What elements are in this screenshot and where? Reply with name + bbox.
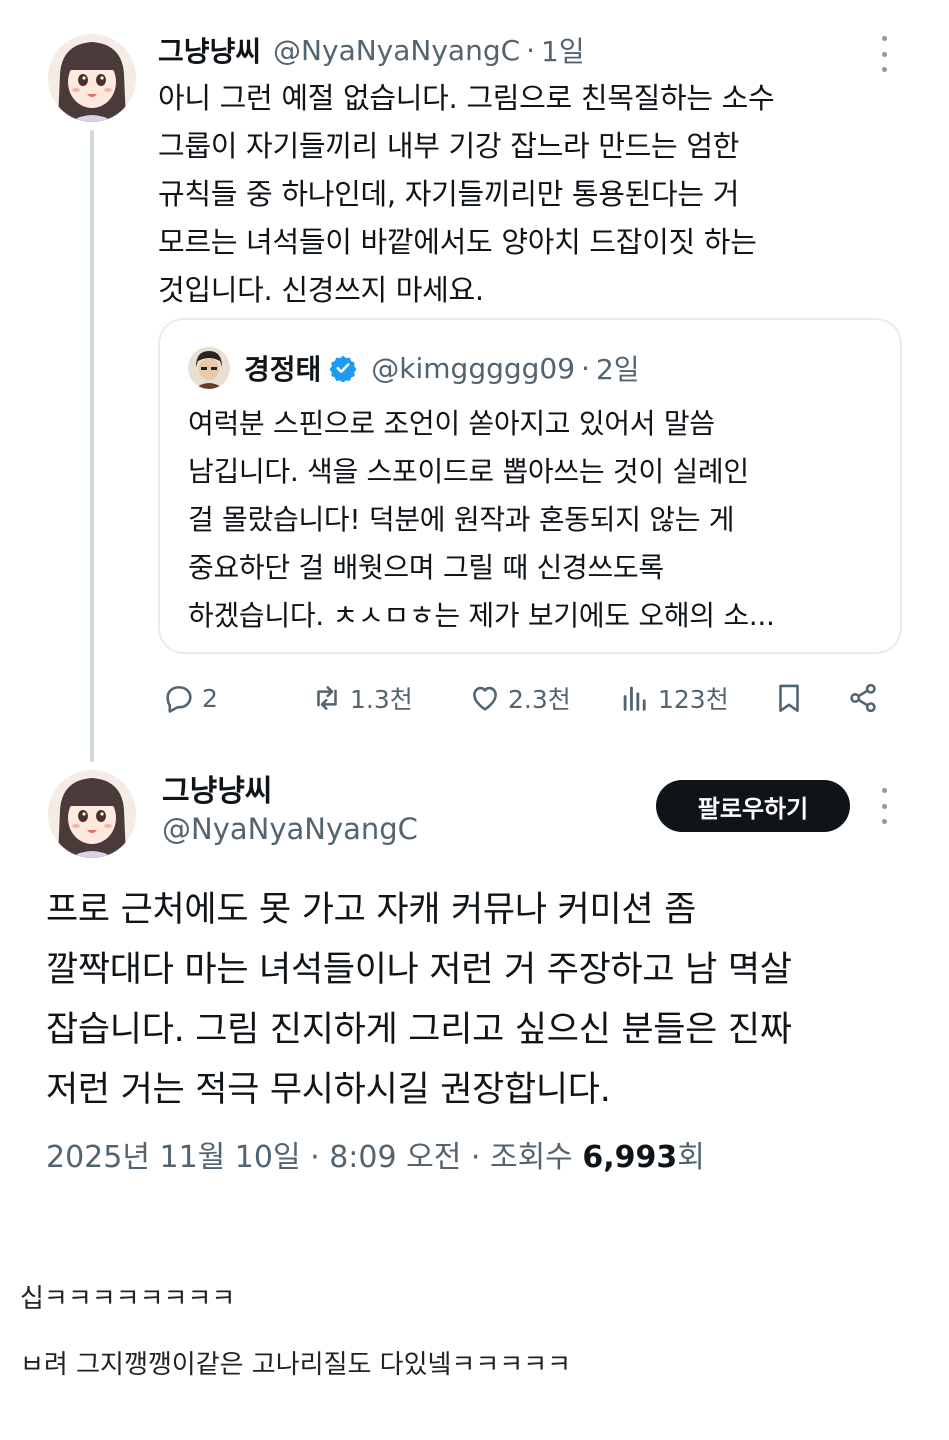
tweet-time[interactable]: 8:09 오전 — [329, 1140, 461, 1175]
quoted-author-name: 경정태 — [244, 353, 322, 386]
tweet-text-line: 깔짝대다 마는 녀석들이나 저런 거 주장하고 남 멱살 — [46, 950, 792, 990]
tweet-text-line: 잡습니다. 그림 진지하게 그리고 싶으신 분들은 진짜 — [46, 1010, 792, 1050]
separator-dot: · — [470, 1140, 481, 1175]
thread-connector-line — [90, 130, 94, 762]
tweet-text: 아니 그런 예절 없습니다. 그림으로 친목질하는 소수 그룹이 자기들끼리 내… — [158, 74, 878, 314]
retweet-button[interactable]: 1.3천 — [310, 674, 413, 722]
tweet-action-bar: 2 1.3천 2.3천 123천 — [158, 674, 888, 722]
avatar[interactable] — [48, 770, 136, 858]
retweet-count: 1.3천 — [350, 685, 413, 714]
tweet-date[interactable]: 2025년 11월 10일 — [46, 1140, 301, 1175]
more-options-icon[interactable] — [876, 788, 892, 824]
reply-button[interactable]: 2 — [162, 674, 218, 722]
comment-text: ㅂ려 그지깽깽이같은 고나리질도 다있넼ㅋㅋㅋㅋㅋ — [20, 1350, 572, 1380]
tweet-timestamp[interactable]: 1일 — [541, 30, 585, 70]
like-button[interactable]: 2.3천 — [468, 674, 571, 722]
views-button[interactable]: 123천 — [618, 674, 729, 722]
anime-girl-avatar-icon — [48, 770, 136, 858]
tweet-text-line: 프로 근처에도 못 가고 자캐 커뮤나 커미션 좀 — [46, 890, 696, 930]
anime-girl-avatar-icon — [48, 34, 136, 122]
verified-badge-icon — [329, 355, 357, 382]
quoted-tweet-timestamp: 2일 — [595, 353, 640, 386]
quoted-text-line: 하겠습니다. ㅊㅅㅁㅎ는 제가 보기에도 오해의 소... — [188, 599, 775, 632]
author-name[interactable]: 그냥냥씨 — [158, 30, 261, 70]
avatar — [188, 347, 230, 389]
tweet-text-line: 모르는 녀석들이 바깥에서도 양아치 드잡이짓 하는 — [158, 225, 757, 259]
follow-button[interactable]: 팔로우하기 — [656, 780, 850, 832]
tweet-text-line: 것입니다. 신경쓰지 마세요. — [158, 273, 484, 307]
reply-icon — [166, 686, 192, 713]
bookmark-button[interactable] — [772, 674, 812, 722]
quoted-tweet-text: 여럭분 스핀으로 조언이 쏟아지고 있어서 말씀 남깁니다. 색을 스포이드로 … — [188, 400, 888, 640]
quoted-text-line: 중요하단 걸 배웟으며 그릴 때 신경쓰도록 — [188, 551, 664, 584]
separator-dot: · — [526, 33, 536, 67]
quoted-author-handle: @kimggggg09 — [371, 351, 576, 385]
tweet-text: 프로 근처에도 못 가고 자캐 커뮤나 커미션 좀 깔짝대다 마는 녀석들이나 … — [46, 880, 926, 1120]
separator-dot: · — [310, 1140, 320, 1175]
quoted-tweet-header: 경정태 @kimggggg09 · 2일 — [188, 346, 640, 390]
separator-dot: · — [581, 351, 590, 385]
tweet-metadata: 2025년 11월 10일 · 8:09 오전 · 조회수 6,993회 — [46, 1132, 705, 1176]
quoted-tweet-card[interactable]: 경정태 @kimggggg09 · 2일 여럭분 스핀으로 조언이 쏟아지고 있… — [158, 318, 902, 654]
author-handle[interactable]: @NyaNyaNyangC — [162, 812, 418, 846]
comment-text: 십ㅋㅋㅋㅋㅋㅋㅋㅋ — [20, 1284, 236, 1314]
quoted-text-line: 걸 몰랐습니다! 덕분에 원작과 혼동되지 않는 게 — [188, 503, 735, 536]
author-name[interactable]: 그냥냥씨 — [162, 766, 272, 810]
view-count: 123천 — [658, 685, 729, 714]
quoted-text-line: 남깁니다. 색을 스포이드로 뽑아쓰는 것이 실례인 — [188, 455, 749, 488]
views-suffix: 회 — [677, 1140, 705, 1175]
more-options-icon[interactable] — [876, 36, 892, 72]
views-label: 조회수 — [489, 1140, 573, 1175]
share-nodes-icon — [850, 683, 876, 713]
tweet-text-line: 규칙들 중 하나인데, 자기들끼리만 통용된다는 거 — [158, 177, 740, 211]
tweet-text-line: 저런 거는 적극 무시하시길 권장합니다. — [46, 1070, 611, 1110]
retweet-icon — [317, 686, 337, 710]
like-count: 2.3천 — [508, 685, 571, 714]
bookmark-icon — [779, 684, 799, 713]
heart-icon — [473, 686, 497, 711]
tweet-header: 그냥냥씨 @NyaNyaNyangC · 1일 — [158, 28, 585, 72]
man-avatar-icon — [188, 347, 230, 389]
analytics-bars-icon — [623, 686, 646, 711]
views-count: 6,993 — [582, 1140, 678, 1175]
share-button[interactable] — [846, 674, 886, 722]
reply-count: 2 — [202, 683, 218, 713]
quoted-text-line: 여럭분 스핀으로 조언이 쏟아지고 있어서 말씀 — [188, 407, 715, 440]
avatar[interactable] — [48, 34, 136, 122]
author-handle[interactable]: @NyaNyaNyangC — [273, 34, 520, 67]
tweet-text-line: 그룹이 자기들끼리 내부 기강 잡느라 만드는 엄한 — [158, 129, 740, 163]
tweet-text-line: 아니 그런 예절 없습니다. 그림으로 친목질하는 소수 — [158, 81, 775, 115]
